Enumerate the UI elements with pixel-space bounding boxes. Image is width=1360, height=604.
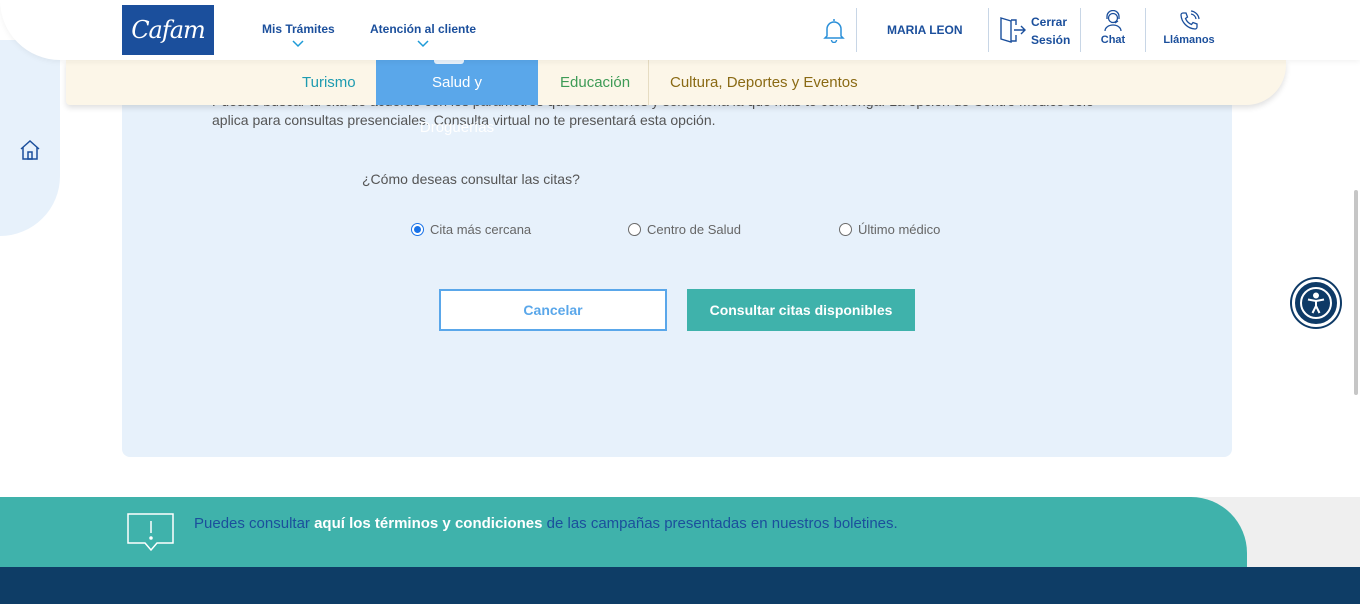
cancel-button[interactable]: Cancelar: [439, 289, 667, 331]
side-panel: [0, 40, 60, 236]
user-name[interactable]: MARIA LEON: [887, 23, 963, 37]
speech-bubble-exclamation-icon: [127, 513, 174, 552]
nav-label: Mis Trámites: [262, 22, 335, 36]
category-divider: [648, 60, 649, 105]
option-label: Centro de Salud: [647, 222, 741, 237]
bell-icon[interactable]: [822, 17, 846, 43]
nav-atencion-cliente[interactable]: Atención al cliente: [370, 22, 476, 48]
header-divider: [1080, 8, 1081, 52]
tab-educacion[interactable]: Educación: [540, 60, 650, 105]
home-icon[interactable]: [18, 138, 42, 162]
nav-mis-tramites[interactable]: Mis Trámites: [262, 22, 335, 48]
radio-cita-mas-cercana[interactable]: [411, 223, 424, 236]
description-line-2: aplica para consultas presenciales. Cons…: [212, 112, 716, 128]
chevron-down-icon: [417, 40, 429, 48]
option-ultimo-medico[interactable]: Último médico: [839, 222, 940, 237]
tab-turismo[interactable]: Turismo: [282, 60, 376, 105]
tab-cultura-deportes-eventos[interactable]: Cultura, Deportes y Eventos: [650, 60, 878, 105]
radio-ultimo-medico[interactable]: [839, 223, 852, 236]
header-divider: [988, 8, 989, 52]
nav-label: Atención al cliente: [370, 22, 477, 36]
cafam-logo[interactable]: Cafam: [122, 5, 214, 55]
logout-label-line1: Cerrar: [1031, 15, 1068, 29]
search-question: ¿Cómo deseas consultar las citas?: [362, 171, 580, 187]
tab-salud-droguerias[interactable]: Salud y Droguerías: [376, 58, 538, 136]
header-divider: [1145, 8, 1146, 52]
footer-dark-band: [0, 567, 1360, 604]
chat-label: Chat: [1100, 34, 1126, 46]
chevron-down-icon: [292, 40, 304, 48]
footer-terms-banner: [0, 497, 1247, 567]
header-divider: [856, 8, 857, 52]
call-button[interactable]: Llámanos: [1162, 10, 1216, 46]
scrollbar-thumb[interactable]: [1354, 190, 1358, 395]
option-cita-mas-cercana[interactable]: Cita más cercana: [411, 222, 531, 237]
option-centro-de-salud[interactable]: Centro de Salud: [628, 222, 741, 237]
consult-appointments-button[interactable]: Consultar citas disponibles: [687, 289, 915, 331]
terms-text: Puedes consultar aquí los términos y con…: [194, 515, 898, 532]
radio-centro-de-salud[interactable]: [628, 223, 641, 236]
chat-button[interactable]: Chat: [1098, 10, 1128, 46]
terms-link[interactable]: aquí los términos y condiciones: [314, 515, 542, 532]
terms-suffix: de las campañas presentadas en nuestros …: [542, 515, 898, 532]
appointment-search-card: Puedes buscar tu cita de acuerdo con los…: [122, 60, 1232, 457]
logout-button[interactable]: Cerrar Sesión: [1031, 13, 1070, 49]
logout-icon[interactable]: [997, 15, 1027, 45]
logout-label-line2: Sesión: [1031, 33, 1071, 47]
option-label: Cita más cercana: [430, 222, 532, 237]
chat-agent-icon: [1104, 10, 1122, 32]
top-header: Cafam Mis Trámites Atención al cliente M…: [0, 0, 1360, 60]
phone-icon: [1180, 10, 1200, 30]
option-label: Último médico: [858, 222, 941, 237]
call-label: Llámanos: [1163, 34, 1215, 46]
category-nav: Turismo Salud y Droguerías Educación Cul…: [66, 58, 1286, 136]
terms-prefix: Puedes consultar: [194, 515, 315, 532]
accessibility-icon: [1300, 287, 1332, 319]
tab-label: Salud y Droguerías: [419, 74, 495, 136]
accessibility-button[interactable]: [1292, 279, 1340, 327]
